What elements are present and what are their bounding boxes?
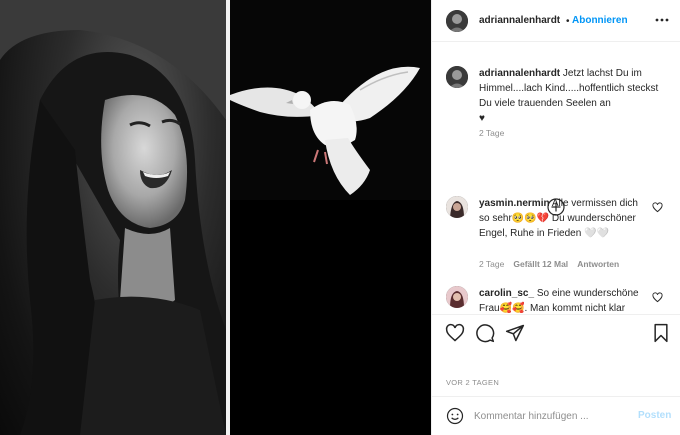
post-media[interactable] [0, 0, 431, 435]
post-date[interactable]: VOR 2 TAGEN [446, 378, 499, 387]
reply-button[interactable]: Antworten [577, 259, 619, 269]
caption-username[interactable]: adriannalenhardt [479, 68, 560, 79]
emoji-icon[interactable] [446, 407, 464, 425]
caption-avatar[interactable] [446, 66, 468, 88]
comment-likes[interactable]: Gefällt 12 Mal [513, 259, 568, 269]
comment-time[interactable]: 2 Tage [479, 259, 504, 269]
caption-heart: ♥ [479, 113, 485, 124]
comment-username[interactable]: yasmin.nermin [479, 198, 550, 209]
woman-portrait-photo [0, 0, 226, 435]
comment-composer: Posten [432, 396, 680, 435]
caption-text: adriannalenhardt Jetzt lachst Du im Himm… [479, 66, 659, 126]
caption-meta: 2 Tage [479, 128, 513, 138]
comment-input[interactable] [474, 405, 624, 427]
more-icon[interactable] [654, 12, 670, 28]
follow-button[interactable]: Abonnieren [572, 15, 628, 26]
comment-icon[interactable] [475, 323, 495, 343]
comment-meta: 2 Tage Gefällt 12 Mal Antworten [479, 259, 628, 269]
comments-list[interactable]: adriannalenhardt Jetzt lachst Du im Himm… [432, 43, 680, 313]
share-icon[interactable] [505, 323, 525, 343]
heart-icon[interactable] [652, 202, 663, 213]
dove-photo [230, 0, 431, 435]
comment-avatar[interactable] [446, 286, 468, 308]
post-header: adriannalenhardt • Abonnieren [432, 0, 680, 42]
post-sidebar: adriannalenhardt • Abonnieren adriannale… [431, 0, 680, 435]
instagram-post: adriannalenhardt • Abonnieren adriannale… [0, 0, 680, 435]
heart-icon[interactable] [445, 323, 465, 343]
action-bar [432, 314, 680, 352]
heart-icon[interactable] [652, 292, 663, 303]
bookmark-icon[interactable] [651, 323, 671, 343]
follow-separator: • [566, 16, 570, 27]
comment-username[interactable]: carolin_sc_ [479, 288, 534, 299]
author-avatar[interactable] [446, 10, 468, 32]
comment-text: carolin_sc_ So eine wunderschöne Frau🥰🥰.… [479, 286, 649, 313]
comment-text: yasmin.nermin Alle vermissen dich so seh… [479, 196, 649, 241]
author-username[interactable]: adriannalenhardt [479, 15, 560, 26]
post-button[interactable]: Posten [638, 410, 671, 421]
comment-avatar[interactable] [446, 196, 468, 218]
caption-time[interactable]: 2 Tage [479, 128, 504, 138]
